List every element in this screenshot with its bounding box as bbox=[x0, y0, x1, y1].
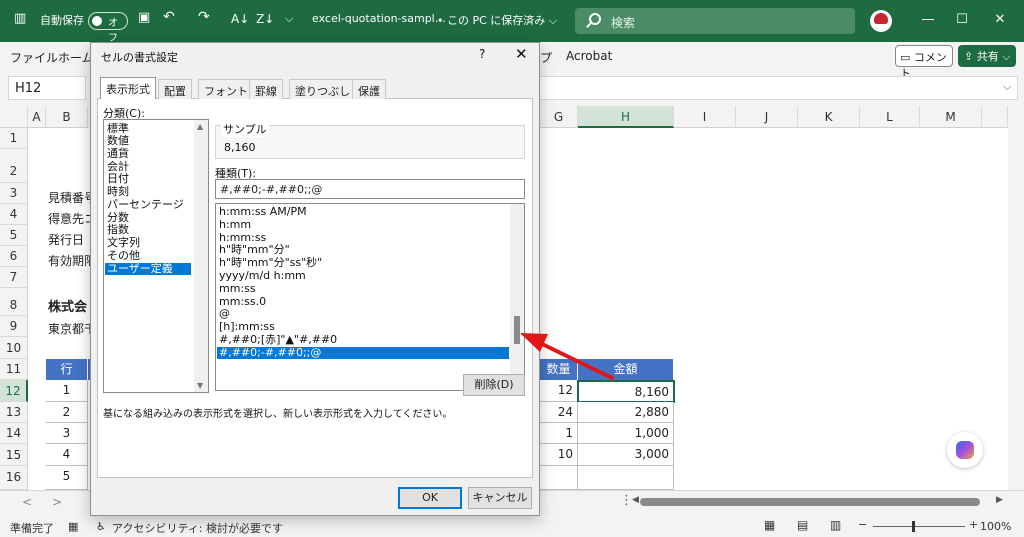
sample-label: サンプル bbox=[221, 121, 269, 137]
arrow-head bbox=[520, 333, 548, 352]
annotation-arrow bbox=[520, 333, 614, 380]
arrow-shaft bbox=[538, 341, 614, 380]
